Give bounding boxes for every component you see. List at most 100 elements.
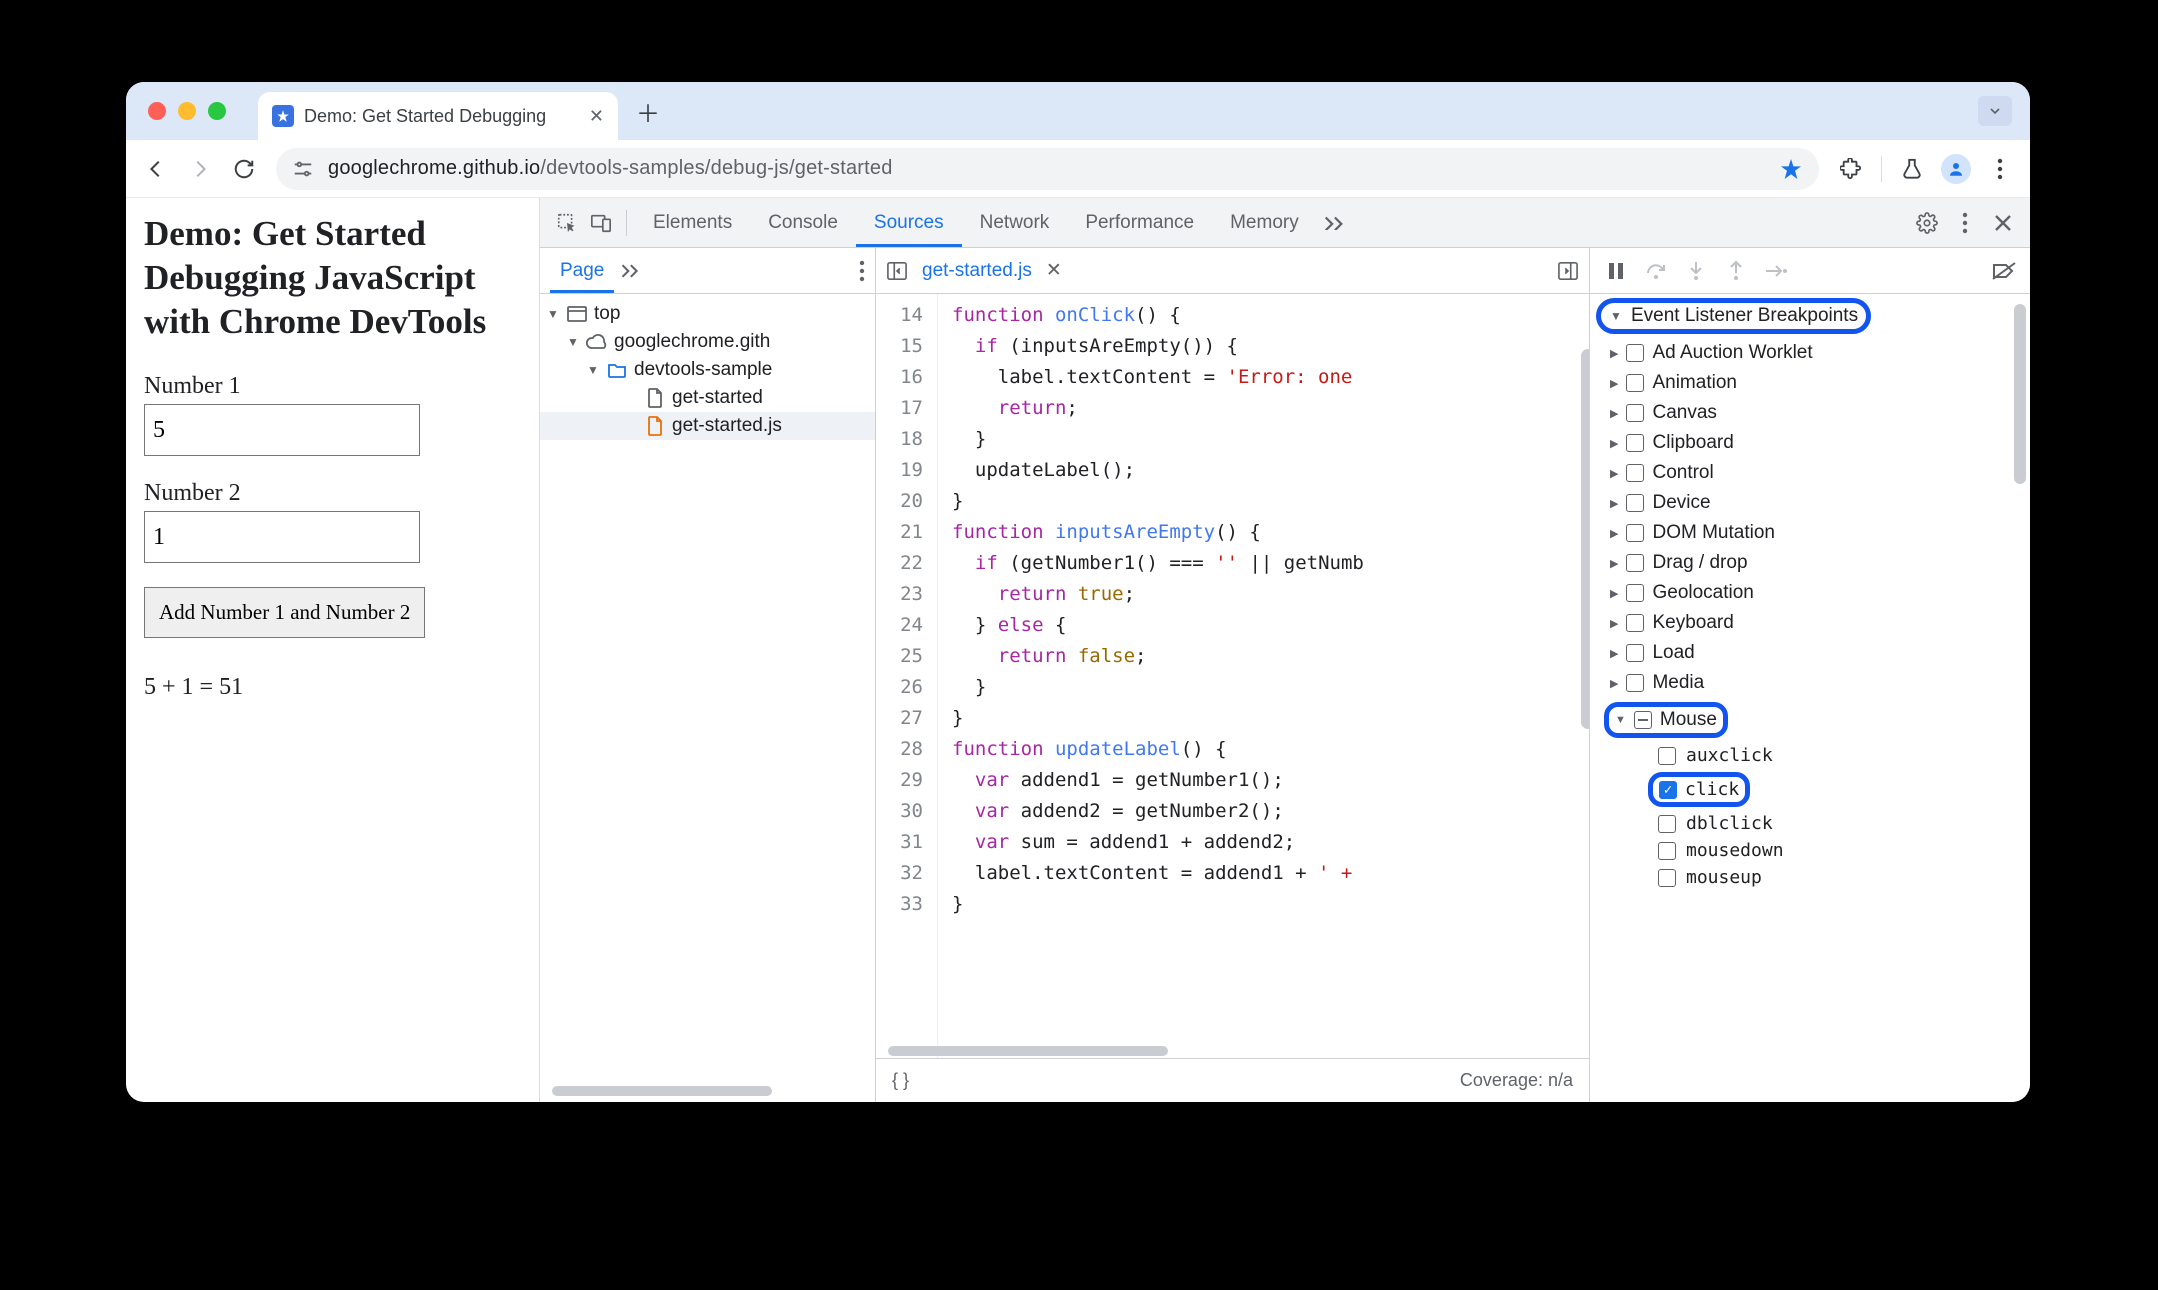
checkbox-icon[interactable] xyxy=(1626,584,1644,602)
event-item[interactable]: auxclick xyxy=(1590,742,2030,769)
devtools-close-icon[interactable] xyxy=(1986,206,2020,240)
line-number[interactable]: 31 xyxy=(882,827,923,858)
event-category[interactable]: ▶DOM Mutation xyxy=(1590,518,2030,548)
checkbox-icon[interactable] xyxy=(1626,404,1644,422)
code-line[interactable]: var addend2 = getNumber2(); xyxy=(952,796,1364,827)
line-number[interactable]: 28 xyxy=(882,734,923,765)
profile-button[interactable] xyxy=(1936,149,1976,189)
toggle-debugger-icon[interactable] xyxy=(1557,261,1579,281)
checkbox-icon[interactable] xyxy=(1626,644,1644,662)
checkbox-icon[interactable] xyxy=(1626,614,1644,632)
device-toolbar-icon[interactable] xyxy=(584,206,618,240)
checkbox-icon[interactable] xyxy=(1634,711,1652,729)
tree-item[interactable]: ▼googlechrome.gith xyxy=(540,328,875,356)
code-line[interactable]: } else { xyxy=(952,610,1364,641)
checkbox-icon[interactable] xyxy=(1626,464,1644,482)
line-number[interactable]: 32 xyxy=(882,858,923,889)
code-line[interactable]: } xyxy=(952,703,1364,734)
checkbox-icon[interactable] xyxy=(1626,374,1644,392)
checkbox-icon[interactable] xyxy=(1626,494,1644,512)
checkbox-icon[interactable] xyxy=(1658,815,1676,833)
step-out-button[interactable] xyxy=(1718,253,1754,289)
code-line[interactable]: function onClick() { xyxy=(952,300,1364,331)
tree-item[interactable]: ▼top xyxy=(540,300,875,328)
checkbox-icon[interactable] xyxy=(1626,434,1644,452)
omnibox[interactable]: googlechrome.github.io/devtools-samples/… xyxy=(276,148,1819,190)
code-line[interactable]: } xyxy=(952,889,1364,920)
event-category[interactable]: ▶Clipboard xyxy=(1590,428,2030,458)
line-number[interactable]: 17 xyxy=(882,393,923,424)
checkbox-icon[interactable] xyxy=(1658,842,1676,860)
code-line[interactable]: } xyxy=(952,486,1364,517)
line-number[interactable]: 26 xyxy=(882,672,923,703)
code-line[interactable]: updateLabel(); xyxy=(952,455,1364,486)
code-line[interactable]: function inputsAreEmpty() { xyxy=(952,517,1364,548)
code-line[interactable]: label.textContent = addend1 + ' + xyxy=(952,858,1364,889)
kebab-menu-button[interactable] xyxy=(1980,149,2020,189)
line-number[interactable]: 20 xyxy=(882,486,923,517)
line-number[interactable]: 14 xyxy=(882,300,923,331)
event-category[interactable]: ▶Canvas xyxy=(1590,398,2030,428)
code-line[interactable]: } xyxy=(952,672,1364,703)
deactivate-breakpoints-button[interactable] xyxy=(1986,253,2022,289)
code-line[interactable]: return false; xyxy=(952,641,1364,672)
checkbox-icon[interactable] xyxy=(1626,524,1644,542)
navigator-page-tab[interactable]: Page xyxy=(550,248,614,293)
event-category[interactable]: ▼Mouse xyxy=(1590,698,2030,742)
code-line[interactable]: var sum = addend1 + addend2; xyxy=(952,827,1364,858)
checkbox-icon[interactable] xyxy=(1626,554,1644,572)
line-number[interactable]: 24 xyxy=(882,610,923,641)
event-category[interactable]: ▶Ad Auction Worklet xyxy=(1590,338,2030,368)
maximize-window-icon[interactable] xyxy=(208,102,226,120)
line-number[interactable]: 33 xyxy=(882,889,923,920)
line-number[interactable]: 19 xyxy=(882,455,923,486)
editor-scrollbar-vertical[interactable] xyxy=(1581,349,1589,729)
event-category[interactable]: ▶Drag / drop xyxy=(1590,548,2030,578)
reload-button[interactable] xyxy=(224,149,264,189)
browser-tab[interactable]: Demo: Get Started Debugging ✕ xyxy=(258,92,618,140)
navigator-more-icon[interactable] xyxy=(620,264,640,278)
line-number[interactable]: 15 xyxy=(882,331,923,362)
checkbox-icon[interactable] xyxy=(1658,869,1676,887)
event-item[interactable]: mousedown xyxy=(1590,837,2030,864)
checkbox-icon[interactable] xyxy=(1626,344,1644,362)
line-number[interactable]: 23 xyxy=(882,579,923,610)
tree-item[interactable]: get-started.js xyxy=(540,412,875,440)
labs-button[interactable] xyxy=(1892,149,1932,189)
line-number[interactable]: 30 xyxy=(882,796,923,827)
step-button[interactable] xyxy=(1758,253,1794,289)
editor-scrollbar-horizontal[interactable] xyxy=(888,1046,1168,1056)
line-number[interactable]: 18 xyxy=(882,424,923,455)
checkbox-icon[interactable]: ✓ xyxy=(1659,781,1677,799)
line-number[interactable]: 22 xyxy=(882,548,923,579)
devtools-tab-sources[interactable]: Sources xyxy=(856,198,962,247)
event-category[interactable]: ▶Animation xyxy=(1590,368,2030,398)
number2-input[interactable] xyxy=(144,511,420,563)
pause-button[interactable] xyxy=(1598,253,1634,289)
event-item[interactable]: dblclick xyxy=(1590,810,2030,837)
event-category[interactable]: ▶Geolocation xyxy=(1590,578,2030,608)
devtools-tab-performance[interactable]: Performance xyxy=(1067,198,1212,247)
line-number[interactable]: 27 xyxy=(882,703,923,734)
event-category[interactable]: ▶Control xyxy=(1590,458,2030,488)
extensions-button[interactable] xyxy=(1831,149,1871,189)
editor-close-icon[interactable]: ✕ xyxy=(1046,259,1062,282)
line-number[interactable]: 21 xyxy=(882,517,923,548)
code-line[interactable]: return; xyxy=(952,393,1364,424)
line-number[interactable]: 16 xyxy=(882,362,923,393)
pretty-print-icon[interactable]: { } xyxy=(892,1070,909,1091)
close-window-icon[interactable] xyxy=(148,102,166,120)
navigator-menu-icon[interactable] xyxy=(859,260,865,282)
event-item[interactable]: mouseup xyxy=(1590,864,2030,891)
site-settings-icon[interactable] xyxy=(292,158,314,180)
event-category[interactable]: ▶Load xyxy=(1590,638,2030,668)
code-line[interactable]: label.textContent = 'Error: one xyxy=(952,362,1364,393)
editor-filename[interactable]: get-started.js xyxy=(922,260,1032,282)
code-line[interactable]: if (getNumber1() === '' || getNumb xyxy=(952,548,1364,579)
tab-overflow-button[interactable] xyxy=(1978,96,2012,126)
forward-button[interactable] xyxy=(180,149,220,189)
tree-item[interactable]: ▼devtools-sample xyxy=(540,356,875,384)
close-tab-icon[interactable]: ✕ xyxy=(589,106,604,127)
inspect-icon[interactable] xyxy=(550,206,584,240)
code-line[interactable]: if (inputsAreEmpty()) { xyxy=(952,331,1364,362)
